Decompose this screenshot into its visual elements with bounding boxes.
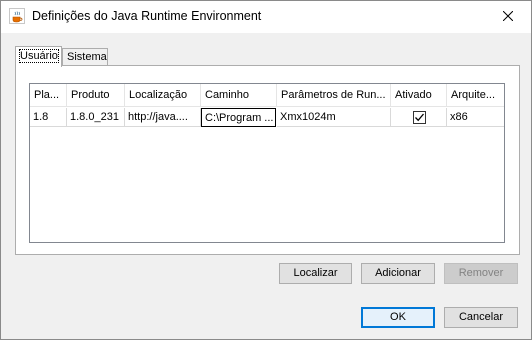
jre-table[interactable]: Pla... Produto Localização Caminho Parâm… (29, 83, 505, 243)
column-header-location[interactable]: Localização (125, 84, 201, 106)
checkmark-icon (415, 113, 424, 122)
close-icon (502, 10, 514, 24)
find-button[interactable]: Localizar (279, 263, 352, 284)
cell-product[interactable]: 1.8.0_231 (67, 108, 125, 127)
tab-panel-usuario: Pla... Produto Localização Caminho Parâm… (15, 65, 520, 255)
ok-button[interactable]: OK (361, 307, 435, 328)
window-title: Definições do Java Runtime Environment (32, 9, 262, 23)
column-header-product[interactable]: Produto (67, 84, 125, 106)
table-header: Pla... Produto Localização Caminho Parâm… (30, 84, 504, 107)
column-header-enabled[interactable]: Ativado (391, 84, 447, 106)
cell-runtime-params[interactable]: Xmx1024m (277, 108, 391, 127)
column-header-runtime-params[interactable]: Parâmetros de Run... (277, 84, 391, 106)
remove-button[interactable]: Remover (444, 263, 518, 284)
cell-location[interactable]: http://java.... (125, 108, 201, 127)
enabled-checkbox[interactable] (413, 111, 426, 124)
cell-architecture[interactable]: x86 (447, 108, 504, 127)
cell-enabled[interactable] (391, 108, 447, 127)
cell-path[interactable]: C:\Program ... (201, 108, 276, 127)
close-button[interactable] (485, 1, 531, 33)
tab-usuario[interactable]: Usuário (15, 46, 62, 67)
tab-sistema[interactable]: Sistema (62, 48, 108, 66)
cancel-button[interactable]: Cancelar (444, 307, 518, 328)
tab-usuario-label: Usuário (19, 49, 59, 63)
add-button[interactable]: Adicionar (361, 263, 435, 284)
column-header-architecture[interactable]: Arquite... (447, 84, 504, 106)
table-row[interactable]: 1.8 1.8.0_231 http://java.... C:\Program… (30, 108, 504, 127)
java-cup-icon (9, 8, 25, 24)
column-header-path[interactable]: Caminho (201, 84, 277, 106)
tab-sistema-label: Sistema (67, 51, 107, 63)
cell-platform[interactable]: 1.8 (30, 108, 67, 127)
jre-settings-dialog: Definições do Java Runtime Environment U… (0, 0, 532, 340)
title-bar[interactable]: Definições do Java Runtime Environment (1, 1, 531, 33)
column-header-platform[interactable]: Pla... (30, 84, 67, 106)
